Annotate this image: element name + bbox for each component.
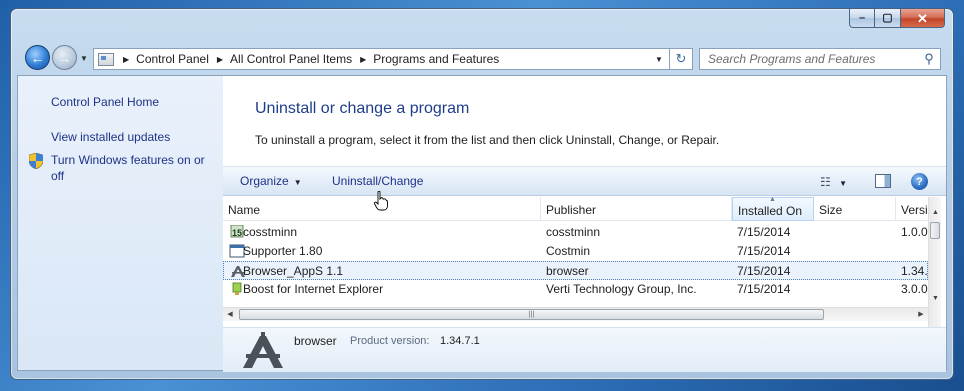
refresh-icon: ↻ bbox=[675, 51, 687, 66]
program-version: 1.0.0. bbox=[901, 225, 928, 239]
sort-ascending-icon: ▲ bbox=[769, 197, 776, 203]
command-bar: Organize ▼ Uninstall/Change ☷ ▼ ? bbox=[223, 166, 946, 196]
control-panel-home-link[interactable]: Control Panel Home bbox=[51, 94, 159, 110]
change-view-button[interactable]: ☷ ▼ bbox=[820, 175, 850, 189]
program-installed-on: 7/15/2014 bbox=[737, 244, 791, 258]
horizontal-scroll-thumb[interactable]: ||| bbox=[239, 309, 824, 320]
back-arrow-icon: ← bbox=[30, 49, 45, 66]
app-tools-icon bbox=[243, 332, 283, 368]
program-publisher: browser bbox=[546, 264, 589, 278]
maximize-icon: ▢ bbox=[882, 11, 893, 24]
program-publisher: Costmin bbox=[546, 244, 591, 258]
task-pane: Control Panel Home View installed update… bbox=[18, 76, 223, 370]
program-publisher: Verti Technology Group, Inc. bbox=[546, 282, 697, 296]
column-header-installed-on[interactable]: ▲ Installed On bbox=[732, 197, 814, 221]
chevron-down-icon: ▼ bbox=[839, 179, 848, 188]
programs-and-features-window: – ▢ ✕ ← → ▼ ▶ Control Panel ▶ All Contro… bbox=[10, 8, 954, 380]
list-item-selected[interactable]: Browser_AppS 1.1 browser 7/15/2014 1.34. bbox=[223, 261, 928, 280]
uac-shield-icon bbox=[29, 153, 43, 169]
view-installed-updates-link[interactable]: View installed updates bbox=[51, 129, 170, 145]
installed-on-label: Installed On bbox=[738, 204, 803, 218]
program-version: 3.0.0. bbox=[901, 282, 928, 296]
program-name: cosstminn bbox=[243, 225, 298, 239]
help-icon: ? bbox=[916, 175, 923, 188]
minimize-button[interactable]: – bbox=[849, 9, 875, 28]
breadcrumb-separator-icon[interactable]: ▶ bbox=[123, 55, 129, 64]
column-header-version[interactable]: Versi bbox=[896, 197, 928, 221]
address-bar[interactable]: ▶ Control Panel ▶ All Control Panel Item… bbox=[93, 48, 693, 70]
navigation-bar: ← → ▼ ▶ Control Panel ▶ All Control Pane… bbox=[11, 39, 953, 73]
forward-button[interactable]: → bbox=[52, 45, 77, 70]
main-pane: Uninstall or change a program To uninsta… bbox=[223, 76, 946, 372]
list-header: Name Publisher ▲ Installed On Size Versi bbox=[223, 197, 928, 221]
organize-button[interactable]: Organize ▼ bbox=[240, 174, 302, 188]
page-title: Uninstall or change a program bbox=[255, 100, 470, 117]
program-installed-on: 7/15/2014 bbox=[737, 282, 791, 296]
program-version: 1.34. bbox=[901, 264, 928, 278]
column-header-publisher[interactable]: Publisher bbox=[541, 197, 732, 221]
breadcrumb-separator-icon[interactable]: ▶ bbox=[360, 55, 366, 64]
help-button[interactable]: ? bbox=[911, 173, 928, 190]
maximize-button[interactable]: ▢ bbox=[875, 9, 901, 28]
close-button[interactable]: ✕ bbox=[901, 9, 945, 28]
column-header-name[interactable]: Name bbox=[223, 197, 541, 221]
scroll-right-icon[interactable]: ▶ bbox=[914, 308, 928, 322]
search-box[interactable]: ⚲ bbox=[699, 48, 941, 70]
forward-arrow-icon: → bbox=[57, 49, 72, 66]
breadcrumb-all-items[interactable]: All Control Panel Items bbox=[230, 52, 352, 66]
view-details-icon: ☷ bbox=[820, 175, 831, 189]
svg-text:15: 15 bbox=[232, 228, 242, 238]
uninstall-change-button[interactable]: Uninstall/Change bbox=[332, 174, 423, 188]
scroll-down-icon[interactable]: ▼ bbox=[929, 291, 941, 306]
chevron-down-icon: ▼ bbox=[293, 178, 302, 187]
caption-buttons: – ▢ ✕ bbox=[849, 9, 945, 28]
program-installed-on: 7/15/2014 bbox=[737, 225, 791, 239]
list-item[interactable]: Supporter 1.80 Costmin 7/15/2014 bbox=[223, 242, 928, 261]
breadcrumb-control-panel[interactable]: Control Panel bbox=[136, 52, 209, 66]
minimize-icon: – bbox=[858, 11, 866, 24]
programs-list: Name Publisher ▲ Installed On Size Versi… bbox=[223, 197, 941, 327]
program-name: Supporter 1.80 bbox=[243, 244, 323, 258]
back-button[interactable]: ← bbox=[25, 45, 50, 70]
control-panel-icon bbox=[98, 52, 114, 66]
breadcrumb-separator-icon[interactable]: ▶ bbox=[217, 55, 223, 64]
organize-label: Organize bbox=[240, 174, 289, 188]
search-input[interactable] bbox=[708, 52, 918, 66]
vertical-scrollbar[interactable]: ▲ ▼ bbox=[928, 197, 941, 327]
vertical-scroll-thumb[interactable] bbox=[930, 222, 940, 239]
list-item[interactable]: 15 cosstminn cosstminn 7/15/2014 1.0.0. bbox=[223, 223, 928, 242]
list-item[interactable]: Boost for Internet Explorer Verti Techno… bbox=[223, 280, 928, 299]
windows-features-link[interactable]: Turn Windows features on or off bbox=[51, 152, 216, 184]
program-name: Browser_AppS 1.1 bbox=[243, 264, 344, 278]
breadcrumb-programs-and-features[interactable]: Programs and Features bbox=[373, 52, 499, 66]
content-area: Control Panel Home View installed update… bbox=[17, 75, 947, 372]
program-publisher: cosstminn bbox=[546, 225, 601, 239]
product-version-label: Product version: bbox=[350, 335, 430, 347]
scroll-left-icon[interactable]: ◀ bbox=[223, 308, 237, 322]
search-icon[interactable]: ⚲ bbox=[918, 51, 940, 67]
page-description: To uninstall a program, select it from t… bbox=[255, 133, 720, 147]
close-icon: ✕ bbox=[917, 10, 928, 26]
preview-pane-button[interactable] bbox=[875, 174, 891, 188]
recent-pages-dropdown[interactable]: ▼ bbox=[80, 54, 88, 63]
selected-program-name: browser bbox=[294, 334, 337, 348]
product-version-value: 1.34.7.1 bbox=[440, 335, 480, 347]
refresh-button[interactable]: ↻ bbox=[669, 48, 693, 70]
scroll-up-icon[interactable]: ▲ bbox=[929, 205, 941, 220]
program-name: Boost for Internet Explorer bbox=[243, 282, 384, 296]
horizontal-scrollbar[interactable]: ◀ ||| ▶ bbox=[223, 307, 928, 321]
column-header-size[interactable]: Size bbox=[814, 197, 896, 221]
details-pane: browser Product version: 1.34.7.1 bbox=[223, 327, 946, 372]
program-installed-on: 7/15/2014 bbox=[737, 264, 791, 278]
address-dropdown-icon[interactable]: ▼ bbox=[650, 55, 668, 64]
